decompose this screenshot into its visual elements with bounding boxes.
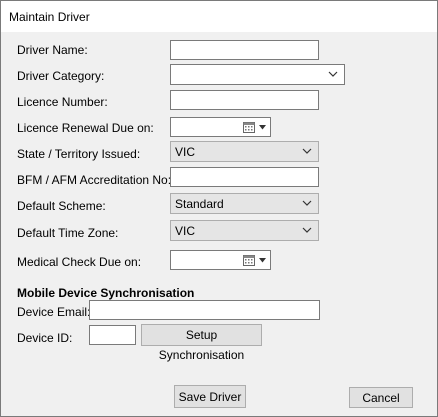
chevron-down-icon	[302, 200, 312, 206]
default-scheme-label: Default Scheme:	[17, 199, 106, 213]
default-scheme-select[interactable]: Standard	[170, 193, 319, 214]
default-scheme-value: Standard	[175, 197, 224, 211]
bfm-afm-input[interactable]	[170, 167, 319, 187]
dropdown-arrow-icon[interactable]	[259, 258, 266, 263]
cancel-button[interactable]: Cancel	[349, 387, 413, 408]
maintain-driver-dialog: Maintain Driver Driver Name: Driver Cate…	[0, 0, 438, 417]
window-title: Maintain Driver	[9, 10, 90, 24]
licence-number-input[interactable]	[170, 90, 319, 110]
default-timezone-select[interactable]: VIC	[170, 220, 319, 241]
state-territory-label: State / Territory Issued:	[17, 147, 141, 161]
chevron-down-icon	[302, 227, 312, 233]
calendar-icon[interactable]	[243, 255, 255, 266]
state-territory-select[interactable]: VIC	[170, 141, 319, 162]
medical-check-datepicker[interactable]	[170, 250, 271, 270]
licence-renewal-label: Licence Renewal Due on:	[17, 121, 154, 135]
chevron-down-icon	[328, 71, 338, 77]
device-id-label: Device ID:	[17, 331, 73, 345]
device-id-input[interactable]	[89, 325, 136, 345]
device-email-label: Device Email:	[17, 305, 91, 319]
setup-synchronisation-button[interactable]: Setup Synchronisation	[141, 324, 262, 362]
sync-section-heading: Mobile Device Synchronisation	[17, 286, 195, 300]
save-driver-button[interactable]: Save Driver	[174, 385, 246, 408]
default-timezone-label: Default Time Zone:	[17, 226, 119, 240]
medical-check-label: Medical Check Due on:	[17, 255, 142, 269]
driver-category-select[interactable]	[170, 64, 345, 85]
state-territory-value: VIC	[175, 145, 196, 159]
driver-name-label: Driver Name:	[17, 43, 88, 57]
calendar-icon[interactable]	[243, 122, 255, 133]
default-timezone-value: VIC	[175, 224, 196, 238]
dropdown-arrow-icon[interactable]	[259, 125, 266, 130]
driver-category-label: Driver Category:	[17, 69, 105, 83]
licence-renewal-datepicker[interactable]	[170, 117, 271, 137]
bfm-afm-label: BFM / AFM Accreditation No:	[17, 173, 172, 187]
chevron-down-icon	[302, 148, 312, 154]
title-bar: Maintain Driver	[1, 1, 437, 32]
licence-number-label: Licence Number:	[17, 95, 108, 109]
device-email-input[interactable]	[89, 300, 320, 320]
driver-name-input[interactable]	[170, 40, 319, 60]
